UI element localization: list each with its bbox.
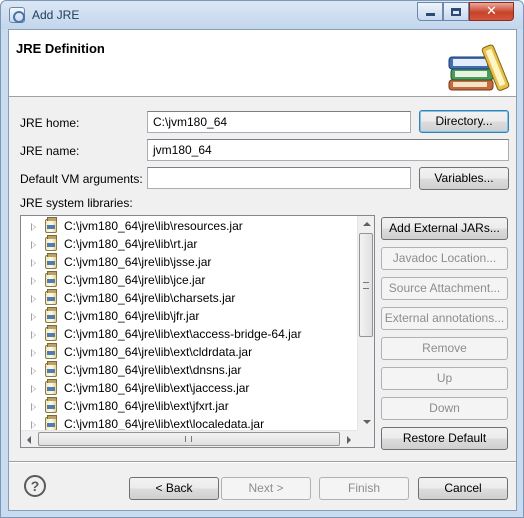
expand-arrow-icon[interactable] [31,259,36,267]
cancel-button[interactable]: Cancel [418,477,508,500]
external-annotations-button[interactable]: External annotations... [381,307,508,330]
tree-row[interactable]: C:\jvm180_64\jre\lib\ext\jaccess.jar [21,379,357,397]
jar-icon [45,271,57,287]
scroll-right-icon [347,436,351,444]
vertical-scroll-thumb[interactable] [359,233,373,337]
horizontal-scroll-thumb[interactable] [38,432,340,446]
expand-arrow-icon[interactable] [31,277,36,285]
wizard-header: JRE Definition [9,30,516,97]
footer-separator [9,461,516,463]
tree-row[interactable]: C:\jvm180_64\jre\lib\ext\jfxrt.jar [21,397,357,415]
expand-arrow-icon[interactable] [31,223,36,231]
minimize-icon [425,13,435,16]
finish-button[interactable]: Finish [319,477,409,500]
library-path-label: C:\jvm180_64\jre\lib\jfr.jar [64,309,200,323]
source-attachment-button[interactable]: Source Attachment... [381,277,508,300]
scroll-down-icon [363,420,371,424]
jre-name-label: JRE name: [20,144,80,158]
up-button[interactable]: Up [381,367,508,390]
tree-row[interactable]: C:\jvm180_64\jre\lib\ext\cldrdata.jar [21,343,357,361]
jar-icon [45,217,57,233]
dialog-client-area: JRE Definition JRE home: C:\jvm180_64 Di… [8,29,517,511]
library-path-label: C:\jvm180_64\jre\lib\ext\jfxrt.jar [64,399,229,413]
tree-row[interactable]: C:\jvm180_64\jre\lib\jce.jar [21,271,357,289]
library-path-label: C:\jvm180_64\jre\lib\ext\access-bridge-6… [64,327,302,341]
restore-default-button[interactable]: Restore Default [381,427,508,450]
expand-arrow-icon[interactable] [31,403,36,411]
expand-arrow-icon[interactable] [31,313,36,321]
tree-row[interactable]: C:\jvm180_64\jre\lib\ext\dnsns.jar [21,361,357,379]
library-path-label: C:\jvm180_64\jre\lib\ext\dnsns.jar [64,363,242,377]
vm-arguments-label: Default VM arguments: [20,172,143,186]
library-path-label: C:\jvm180_64\jre\lib\ext\cldrdata.jar [64,345,253,359]
library-path-label: C:\jvm180_64\jre\lib\charsets.jar [64,291,236,305]
library-path-label: C:\jvm180_64\jre\lib\ext\localedata.jar [64,417,265,431]
vertical-scrollbar[interactable] [357,216,374,430]
scroll-up-icon [363,222,371,226]
jar-icon [45,253,57,269]
eclipse-app-icon [9,7,25,23]
expand-arrow-icon[interactable] [31,349,36,357]
close-button[interactable]: ✕ [469,2,514,21]
vm-arguments-field[interactable] [147,167,411,189]
library-path-label: C:\jvm180_64\jre\lib\jsse.jar [64,255,212,269]
javadoc-location-button[interactable]: Javadoc Location... [381,247,508,270]
expand-arrow-icon[interactable] [31,421,36,429]
system-libraries-tree[interactable]: C:\jvm180_64\jre\lib\resources.jar C:\jvm… [20,215,375,448]
books-icon [448,44,510,91]
jar-icon [45,343,57,359]
maximize-icon [451,7,461,16]
page-title: JRE Definition [16,41,105,56]
libraries-label: JRE system libraries: [20,196,133,210]
add-external-jars-button[interactable]: Add External JARs... [381,217,508,240]
down-button[interactable]: Down [381,397,508,420]
expand-arrow-icon[interactable] [31,331,36,339]
close-icon: ✕ [486,4,497,19]
expand-arrow-icon[interactable] [31,295,36,303]
minimize-button[interactable] [417,2,443,21]
library-path-label: C:\jvm180_64\jre\lib\rt.jar [64,237,198,251]
help-icon[interactable]: ? [24,475,46,497]
tree-row[interactable]: C:\jvm180_64\jre\lib\ext\access-bridge-6… [21,325,357,343]
tree-row[interactable]: C:\jvm180_64\jre\lib\charsets.jar [21,289,357,307]
library-path-label: C:\jvm180_64\jre\lib\ext\jaccess.jar [64,381,250,395]
next-button[interactable]: Next > [221,477,311,500]
jar-icon [45,361,57,377]
jar-icon [45,397,57,413]
horizontal-scrollbar[interactable] [21,430,357,447]
jre-home-field[interactable]: C:\jvm180_64 [147,111,411,133]
tree-row[interactable]: C:\jvm180_64\jre\lib\resources.jar [21,217,357,235]
back-button[interactable]: < Back [129,477,219,500]
library-path-label: C:\jvm180_64\jre\lib\jce.jar [64,273,206,287]
jar-icon [45,307,57,323]
library-path-label: C:\jvm180_64\jre\lib\resources.jar [64,219,243,233]
directory-button[interactable]: Directory... [419,110,509,133]
tree-row[interactable]: C:\jvm180_64\jre\lib\rt.jar [21,235,357,253]
expand-arrow-icon[interactable] [31,385,36,393]
tree-row[interactable]: C:\jvm180_64\jre\lib\jsse.jar [21,253,357,271]
add-jre-dialog: Add JRE ✕ JRE Definition JRE home: C:\jv… [0,0,524,518]
variables-button[interactable]: Variables... [419,167,509,190]
expand-arrow-icon[interactable] [31,241,36,249]
jar-icon [45,235,57,251]
jre-home-label: JRE home: [20,116,80,130]
window-title: Add JRE [32,8,80,22]
title-bar[interactable]: Add JRE ✕ [1,1,523,29]
maximize-button[interactable] [443,2,469,21]
expand-arrow-icon[interactable] [31,367,36,375]
jar-icon [45,379,57,395]
scroll-left-icon [27,436,31,444]
jar-icon [45,415,57,431]
scroll-corner [357,430,374,447]
jar-icon [45,289,57,305]
remove-button[interactable]: Remove [381,337,508,360]
jar-icon [45,325,57,341]
jre-name-field[interactable]: jvm180_64 [147,139,509,161]
tree-row[interactable]: C:\jvm180_64\jre\lib\jfr.jar [21,307,357,325]
